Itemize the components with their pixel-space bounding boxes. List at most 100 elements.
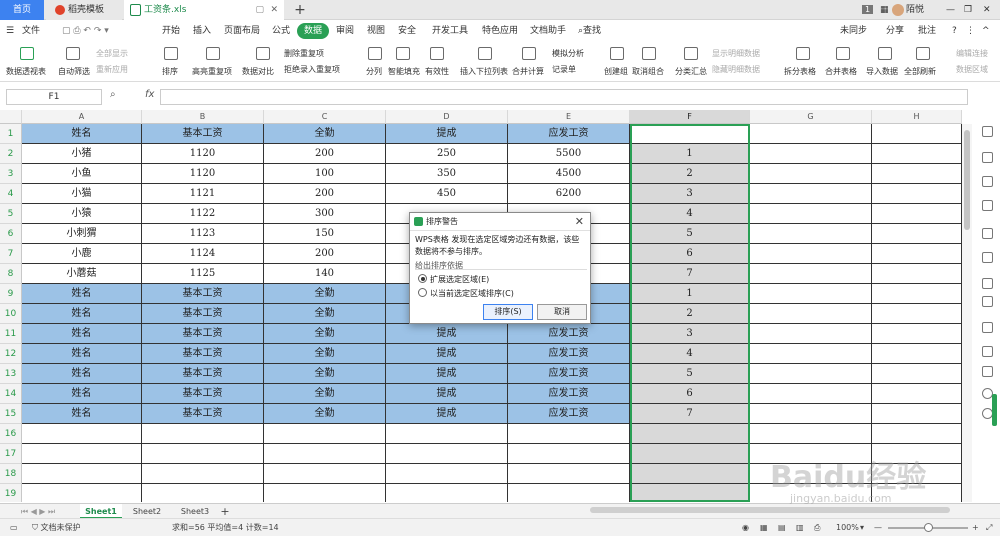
table-cell[interactable] [264,484,386,502]
table-cell[interactable] [22,444,142,464]
select-all-corner[interactable] [0,110,22,124]
fx-icon[interactable]: fx [145,89,154,100]
table-cell[interactable]: 全勤 [264,324,386,344]
table-cell[interactable] [630,424,750,444]
table-cell[interactable]: 1 [630,144,750,164]
table-cell[interactable]: 1122 [142,204,264,224]
table-cell[interactable]: 140 [264,264,386,284]
table-cell[interactable] [872,364,962,384]
table-cell[interactable] [750,144,872,164]
column-header-d[interactable]: D [386,110,508,124]
subtotal-button[interactable]: 分类汇总 [675,66,707,77]
table-cell[interactable]: 1125 [142,264,264,284]
table-cell[interactable]: 应发工资 [508,384,630,404]
smart-fill-button[interactable]: 智能填充 [388,66,420,77]
table-cell[interactable]: 350 [386,164,508,184]
column-header-g[interactable]: G [750,110,872,124]
menu-formula[interactable]: 公式 [272,23,290,39]
sidebar-table-icon[interactable] [982,228,993,239]
row-header[interactable]: 9 [0,284,22,304]
create-group-button[interactable]: 创建组 [604,66,628,77]
table-cell[interactable]: 基本工资 [142,124,264,144]
table-cell[interactable]: 基本工资 [142,364,264,384]
sidebar-shapes-icon[interactable] [982,176,993,187]
split-table-button[interactable]: 拆分表格 [784,66,816,77]
sort-button-dialog[interactable]: 排序(S) [483,304,533,320]
table-cell[interactable] [264,424,386,444]
column-header-e[interactable]: E [508,110,630,124]
table-cell[interactable]: 7 [630,404,750,424]
sort-button[interactable]: 排序 [162,66,178,77]
zoom-slider-handle[interactable] [924,523,933,532]
menu-features[interactable]: 特色应用 [482,23,518,39]
comment-button[interactable]: 批注 [918,23,936,39]
row-header[interactable]: 4 [0,184,22,204]
menu-review[interactable]: 审阅 [336,23,354,39]
edit-links-button[interactable]: 编辑连接 [956,48,988,59]
table-cell[interactable] [630,464,750,484]
table-cell[interactable] [750,244,872,264]
table-cell[interactable]: 应发工资 [508,364,630,384]
sidebar-edit-icon[interactable] [982,152,993,163]
menu-data[interactable]: 数据 [297,23,330,39]
table-cell[interactable]: 姓名 [22,404,142,424]
table-cell[interactable] [142,424,264,444]
table-cell[interactable]: 小蘑菇 [22,264,142,284]
table-cell[interactable]: 基本工资 [142,304,264,324]
table-cell[interactable] [750,284,872,304]
table-cell[interactable] [508,484,630,502]
page-break-icon[interactable]: ▥ [796,519,804,537]
tab-home[interactable]: 首页 [0,0,44,20]
table-cell[interactable]: 200 [264,244,386,264]
zoom-level[interactable]: 100% [836,519,859,537]
formula-input[interactable] [160,89,968,105]
row-header[interactable]: 10 [0,304,22,324]
remove-duplicates-button[interactable]: 删除重复项 [284,48,324,59]
page-view-icon[interactable]: ▤ [778,519,786,537]
table-cell[interactable]: 4 [630,344,750,364]
table-cell[interactable] [872,244,962,264]
column-header-h[interactable]: H [872,110,962,124]
table-cell[interactable] [386,464,508,484]
more-icon[interactable]: ⋮ [966,23,975,39]
vertical-scroll-thumb[interactable] [964,130,970,230]
pivot-table-button[interactable]: 数据透视表 [6,66,46,77]
menu-search[interactable]: ⌕查找 [578,23,601,39]
table-cell[interactable]: 应发工资 [508,124,630,144]
table-cell[interactable]: 全勤 [264,384,386,404]
table-cell[interactable] [386,424,508,444]
normal-view-icon[interactable]: ▦ [760,519,768,537]
row-header[interactable]: 5 [0,204,22,224]
menu-page-layout[interactable]: 页面布局 [224,23,260,39]
table-cell[interactable]: 2 [630,304,750,324]
table-cell[interactable]: 4500 [508,164,630,184]
table-cell[interactable]: 450 [386,184,508,204]
zoom-in-icon[interactable]: + [972,519,979,537]
table-cell[interactable]: 300 [264,204,386,224]
table-cell[interactable]: 6 [630,244,750,264]
expand-selection-radio[interactable] [418,274,427,283]
table-cell[interactable] [750,224,872,244]
table-cell[interactable] [750,164,872,184]
table-cell[interactable]: 全勤 [264,304,386,324]
table-cell[interactable] [872,324,962,344]
table-cell[interactable] [142,464,264,484]
refresh-all-button[interactable]: 全部刷新 [904,66,936,77]
table-cell[interactable] [872,204,962,224]
row-header[interactable]: 19 [0,484,22,502]
table-cell[interactable]: 全勤 [264,344,386,364]
table-cell[interactable]: 6 [630,384,750,404]
table-cell[interactable] [872,424,962,444]
table-cell[interactable] [142,484,264,502]
sheet-tab-3[interactable]: Sheet3 [172,504,218,519]
table-cell[interactable] [872,304,962,324]
table-cell[interactable] [872,164,962,184]
table-cell[interactable] [630,444,750,464]
table-cell[interactable] [872,344,962,364]
validation-button[interactable]: 有效性 [425,66,449,77]
table-cell[interactable]: 小猫 [22,184,142,204]
table-cell[interactable]: 5500 [508,144,630,164]
row-header[interactable]: 6 [0,224,22,244]
what-if-button[interactable]: 模拟分析 [552,48,584,59]
tab-pin-icon[interactable]: ▢ [255,0,264,20]
